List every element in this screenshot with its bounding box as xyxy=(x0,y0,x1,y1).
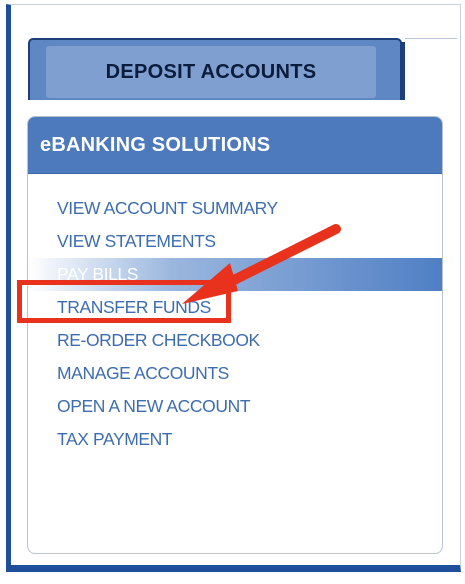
menu-item-view-statements[interactable]: VIEW STATEMENTS xyxy=(28,225,442,258)
menu-item-view-account-summary[interactable]: VIEW ACCOUNT SUMMARY xyxy=(28,192,442,225)
menu-item-label: PAY BILLS xyxy=(57,264,139,284)
panel-header: eBANKING SOLUTIONS xyxy=(28,117,442,174)
menu-item-label: RE-ORDER CHECKBOOK xyxy=(57,330,260,350)
menu-item-transfer-funds[interactable]: TRANSFER FUNDS xyxy=(28,291,442,324)
menu-item-label: TAX PAYMENT xyxy=(57,429,173,449)
menu-item-tax-payment[interactable]: TAX PAYMENT xyxy=(28,423,442,456)
menu-item-label: MANAGE ACCOUNTS xyxy=(57,363,229,383)
ebanking-menu: VIEW ACCOUNT SUMMARY VIEW STATEMENTS PAY… xyxy=(28,192,442,456)
menu-item-label: VIEW STATEMENTS xyxy=(57,231,216,251)
menu-item-manage-accounts[interactable]: MANAGE ACCOUNTS xyxy=(28,357,442,390)
menu-item-open-new-account[interactable]: OPEN A NEW ACCOUNT xyxy=(28,390,442,423)
menu-item-label: VIEW ACCOUNT SUMMARY xyxy=(57,198,278,218)
menu-item-re-order-checkbook[interactable]: RE-ORDER CHECKBOOK xyxy=(28,324,442,357)
ebanking-panel: eBANKING SOLUTIONS VIEW ACCOUNT SUMMARY … xyxy=(27,116,443,554)
menu-item-pay-bills[interactable]: PAY BILLS xyxy=(28,258,442,291)
tab-next[interactable] xyxy=(405,38,457,100)
menu-item-label: TRANSFER FUNDS xyxy=(57,297,211,317)
tab-deposit-accounts[interactable]: DEPOSIT ACCOUNTS xyxy=(28,38,402,100)
tab-deposit-accounts-label: DEPOSIT ACCOUNTS xyxy=(46,46,376,98)
menu-item-label: OPEN A NEW ACCOUNT xyxy=(57,396,251,416)
